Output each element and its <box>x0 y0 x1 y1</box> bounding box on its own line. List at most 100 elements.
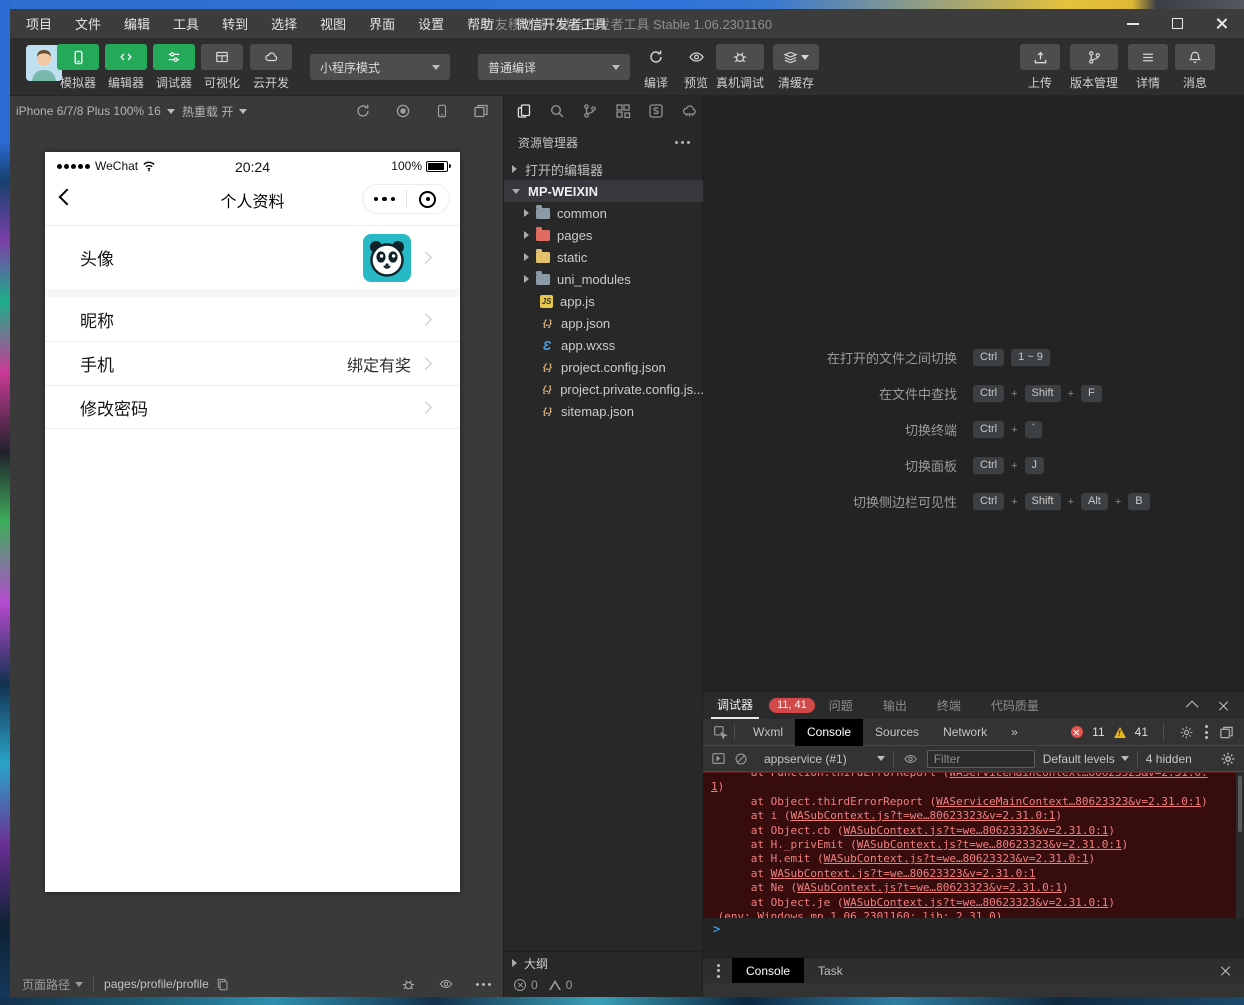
tree-item-app-js[interactable]: app.js <box>504 290 704 312</box>
log-levels-select[interactable]: Default levels <box>1043 752 1129 766</box>
simulator-toggle-button[interactable]: 模拟器 <box>55 44 101 91</box>
npm-scripts-icon[interactable] <box>648 103 664 119</box>
stack-link[interactable]: WASubContext.js?t=we…80623323&v=2.31.0:1 <box>771 867 1036 880</box>
list-item-phone[interactable]: 手机 绑定有奖 <box>45 341 460 385</box>
source-control-icon[interactable] <box>582 103 598 119</box>
minimize-button[interactable] <box>1118 9 1148 38</box>
drawer-kebab-icon[interactable] <box>715 964 722 978</box>
visualization-toggle-button[interactable]: 可视化 <box>199 44 245 91</box>
tab-terminal[interactable]: 终端 <box>931 692 967 719</box>
compile-mode-select[interactable]: 普通编译 <box>478 54 630 80</box>
drawer-tab-task[interactable]: Task <box>804 958 857 984</box>
stack-link[interactable]: WASubContext.js?t=we…80623323&v=2.31.0:1 <box>824 852 1089 865</box>
files-icon[interactable] <box>516 103 532 119</box>
stack-link[interactable]: WASubContext.js?t=we…80623323&v=2.31.0:1 <box>797 881 1062 894</box>
drawer-tab-console[interactable]: Console <box>732 958 804 984</box>
search-icon[interactable] <box>549 103 565 119</box>
details-button[interactable]: 详情 <box>1128 44 1168 91</box>
tab-sources[interactable]: Sources <box>863 719 931 746</box>
editor-toggle-button[interactable]: 编辑器 <box>103 44 149 91</box>
menu-select[interactable]: 选择 <box>271 14 297 33</box>
stack-link[interactable]: WASubContext.js?t=we…80623323&v=2.31.0:1 <box>857 838 1122 851</box>
more-dots-icon[interactable] <box>363 197 406 202</box>
close-button[interactable] <box>1206 9 1236 38</box>
tree-item-uni-modules[interactable]: uni_modules <box>504 268 704 290</box>
menu-tools[interactable]: 工具 <box>173 14 199 33</box>
remote-debug-button[interactable]: 真机调试 <box>716 44 764 91</box>
clear-console-icon[interactable] <box>734 752 748 766</box>
menu-interface[interactable]: 界面 <box>369 14 395 33</box>
upload-button[interactable]: 上传 <box>1020 44 1060 91</box>
console-prompt-area[interactable]: > <box>703 918 1244 957</box>
preview-button[interactable]: 预览 <box>676 44 716 91</box>
extensions-icon[interactable] <box>615 103 631 119</box>
hot-reload-toggle[interactable]: 热重载 开 <box>182 96 247 126</box>
console-settings-gear-icon[interactable] <box>1220 751 1236 767</box>
device-frame-icon[interactable] <box>435 103 449 119</box>
list-item-avatar[interactable]: 头像 <box>45 225 460 289</box>
console-filter-input[interactable] <box>927 750 1035 768</box>
maximize-button[interactable] <box>1162 9 1192 38</box>
debugger-toggle-button[interactable]: 调试器 <box>151 44 197 91</box>
tab-wxml[interactable]: Wxml <box>741 719 795 746</box>
console-scrollbar[interactable] <box>1236 772 1244 918</box>
device-select[interactable]: iPhone 6/7/8 Plus 100% 16 <box>16 96 175 126</box>
stack-link[interactable]: 1 <box>711 780 718 793</box>
menu-goto[interactable]: 转到 <box>222 14 248 33</box>
kebab-menu-icon[interactable] <box>1203 725 1210 739</box>
menu-edit[interactable]: 编辑 <box>124 14 150 33</box>
rotate-icon[interactable] <box>355 103 371 119</box>
close-target-icon[interactable] <box>407 191 450 208</box>
open-editors-section[interactable]: 打开的编辑器 <box>504 158 704 180</box>
version-control-button[interactable]: 版本管理 <box>1070 44 1118 91</box>
context-select[interactable]: appservice (#1) <box>764 752 885 766</box>
tree-item-app-wxss[interactable]: app.wxss <box>504 334 704 356</box>
outline-header[interactable]: 大纲 <box>504 952 704 974</box>
multi-window-icon[interactable] <box>473 103 489 119</box>
tree-item-project-config[interactable]: project.config.json <box>504 356 704 378</box>
expand-panel-icon[interactable] <box>1186 701 1199 714</box>
record-icon[interactable] <box>395 103 411 119</box>
close-panel-icon[interactable] <box>1218 700 1230 712</box>
more-actions-icon[interactable] <box>675 141 690 144</box>
eye-icon[interactable] <box>438 977 454 991</box>
tab-network[interactable]: Network <box>931 719 999 746</box>
menu-settings[interactable]: 设置 <box>418 14 444 33</box>
cloud-icon[interactable] <box>681 103 698 119</box>
clear-cache-button[interactable]: 清缓存 <box>773 44 819 91</box>
menu-file[interactable]: 文件 <box>75 14 101 33</box>
bug-icon[interactable] <box>401 977 416 992</box>
menu-project[interactable]: 项目 <box>26 14 52 33</box>
list-item-nickname[interactable]: 昵称 <box>45 297 460 341</box>
tree-item-project-private-config[interactable]: project.private.config.js... <box>504 378 704 400</box>
menu-help[interactable]: 帮助 <box>467 14 493 33</box>
stack-link[interactable]: WAServiceMainContext…80623323&v=2.31.0: <box>949 772 1207 779</box>
messages-button[interactable]: 消息 <box>1175 44 1215 91</box>
tab-output[interactable]: 输出 <box>877 692 913 719</box>
project-root[interactable]: MP-WEIXIN <box>504 180 704 202</box>
tab-debugger[interactable]: 调试器 <box>711 692 759 719</box>
cloud-dev-toggle-button[interactable]: 云开发 <box>248 44 294 91</box>
copy-icon[interactable] <box>216 978 229 991</box>
more-tabs-icon[interactable]: » <box>999 719 1030 746</box>
stack-link[interactable]: WAServiceMainContext…80623323&v=2.31.0:1 <box>936 795 1201 808</box>
gear-icon[interactable] <box>1179 725 1194 740</box>
tree-item-app-json[interactable]: app.json <box>504 312 704 334</box>
page-path-select[interactable]: 页面路径 <box>22 976 83 993</box>
eye-icon[interactable] <box>902 752 919 766</box>
menu-view[interactable]: 视图 <box>320 14 346 33</box>
tab-problems[interactable]: 问题 <box>823 692 859 719</box>
list-item-change-password[interactable]: 修改密码 <box>45 385 460 429</box>
tab-code-quality[interactable]: 代码质量 <box>985 692 1045 719</box>
console-sidebar-icon[interactable] <box>711 751 726 766</box>
tree-item-sitemap[interactable]: sitemap.json <box>504 400 704 422</box>
close-drawer-icon[interactable] <box>1220 965 1232 977</box>
dock-side-icon[interactable] <box>1219 725 1234 740</box>
tree-item-static[interactable]: static <box>504 246 704 268</box>
stack-link[interactable]: WASubContext.js?t=we…80623323&v=2.31.0:1 <box>843 824 1108 837</box>
tree-item-common[interactable]: common <box>504 202 704 224</box>
tree-item-pages[interactable]: pages <box>504 224 704 246</box>
menu-wechat-devtools[interactable]: 微信开发者工具 <box>516 14 607 33</box>
mode-select[interactable]: 小程序模式 <box>310 54 450 80</box>
more-icon[interactable] <box>476 983 491 986</box>
